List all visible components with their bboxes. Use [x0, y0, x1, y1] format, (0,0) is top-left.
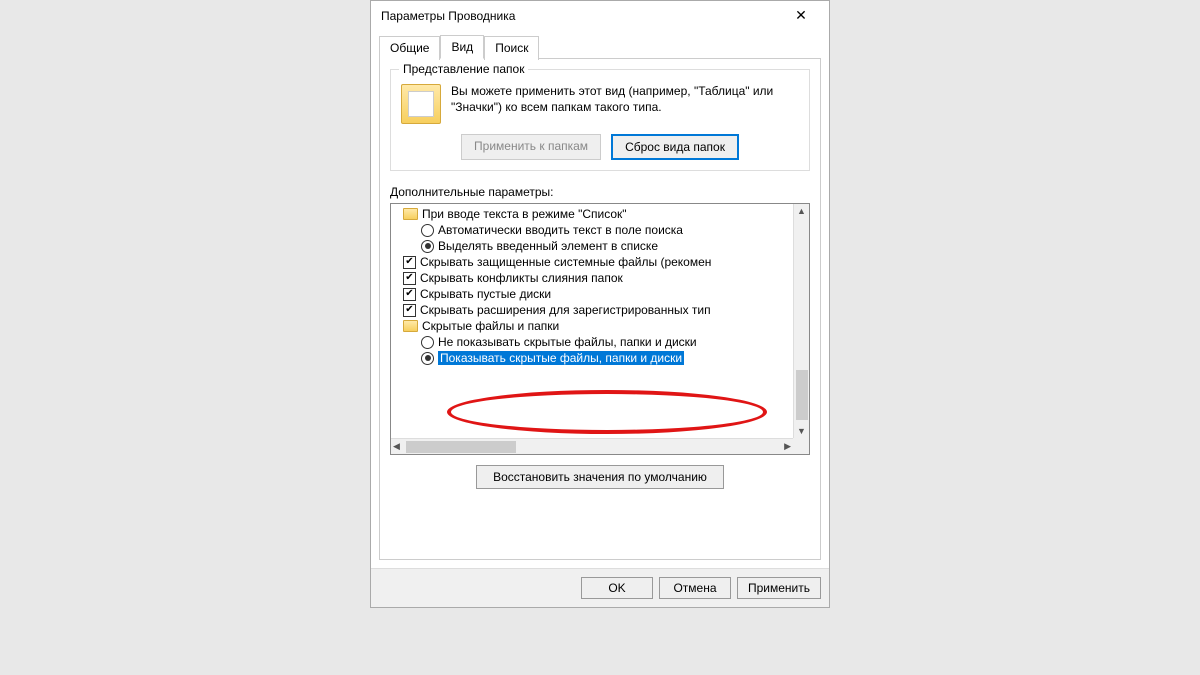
scroll-thumb-horizontal[interactable]	[406, 441, 516, 453]
tree-item-label: Скрывать конфликты слияния папок	[420, 271, 623, 285]
tree-item-label: Не показывать скрытые файлы, папки и дис…	[438, 335, 697, 349]
folder-icon	[401, 84, 441, 124]
tree-item-label: Выделять введенный элемент в списке	[438, 239, 658, 253]
horizontal-scrollbar[interactable]: ◀ ▶	[391, 438, 793, 454]
scroll-right-icon[interactable]: ▶	[782, 439, 793, 454]
restore-defaults-button[interactable]: Восстановить значения по умолчанию	[476, 465, 724, 489]
radio-icon[interactable]	[421, 224, 434, 237]
window-title: Параметры Проводника	[381, 9, 515, 23]
checkbox-icon[interactable]	[403, 288, 416, 301]
reset-folders-button[interactable]: Сброс вида папок	[611, 134, 739, 160]
apply-to-folders-button: Применить к папкам	[461, 134, 601, 160]
tree-item[interactable]: Скрытые файлы и папки	[391, 318, 793, 334]
folder-views-description: Вы можете применить этот вид (например, …	[451, 84, 799, 124]
tree-item[interactable]: Скрывать пустые диски	[391, 286, 793, 302]
checkbox-icon[interactable]	[403, 304, 416, 317]
scroll-thumb-vertical[interactable]	[796, 370, 808, 420]
advanced-label: Дополнительные параметры:	[390, 185, 810, 199]
tree-item[interactable]: Автоматически вводить текст в поле поиск…	[391, 222, 793, 238]
tree-item[interactable]: Показывать скрытые файлы, папки и диски	[391, 350, 793, 366]
tree-item-label: Скрывать расширения для зарегистрированн…	[420, 303, 711, 317]
folder-icon	[403, 320, 418, 332]
cancel-button[interactable]: Отмена	[659, 577, 731, 599]
checkbox-icon[interactable]	[403, 256, 416, 269]
tree-item[interactable]: Выделять введенный элемент в списке	[391, 238, 793, 254]
apply-button[interactable]: Применить	[737, 577, 821, 599]
scroll-left-icon[interactable]: ◀	[391, 439, 402, 454]
tab-strip: Общие Вид Поиск	[379, 35, 821, 59]
tree-item[interactable]: Скрывать защищенные системные файлы (рек…	[391, 254, 793, 270]
scroll-corner	[793, 438, 809, 454]
close-icon[interactable]: ✕	[781, 7, 821, 24]
tree-item-label: Автоматически вводить текст в поле поиск…	[438, 223, 683, 237]
tree-item-label: Скрытые файлы и папки	[422, 319, 559, 333]
radio-icon[interactable]	[421, 352, 434, 365]
tree-item-label: Скрывать защищенные системные файлы (рек…	[420, 255, 711, 269]
tree-item[interactable]: При вводе текста в режиме "Список"	[391, 206, 793, 222]
tab-general[interactable]: Общие	[379, 36, 440, 60]
checkbox-icon[interactable]	[403, 272, 416, 285]
folder-icon	[403, 208, 418, 220]
vertical-scrollbar[interactable]: ▲ ▼	[793, 204, 809, 438]
folder-views-title: Представление папок	[399, 62, 528, 76]
folder-options-dialog: Параметры Проводника ✕ Общие Вид Поиск П…	[370, 0, 830, 608]
tree-item[interactable]: Скрывать расширения для зарегистрированн…	[391, 302, 793, 318]
tree-item-label: При вводе текста в режиме "Список"	[422, 207, 627, 221]
radio-icon[interactable]	[421, 336, 434, 349]
tab-view[interactable]: Вид	[440, 35, 484, 59]
scroll-up-icon[interactable]: ▲	[795, 204, 808, 218]
folder-views-group: Представление папок Вы можете применить …	[390, 69, 810, 171]
advanced-settings-tree[interactable]: При вводе текста в режиме "Список" Автома…	[390, 203, 810, 455]
dialog-button-row: OK Отмена Применить	[371, 568, 829, 607]
tree-item-label: Показывать скрытые файлы, папки и диски	[438, 351, 684, 365]
tab-content-view: Представление папок Вы можете применить …	[379, 58, 821, 560]
ok-button[interactable]: OK	[581, 577, 653, 599]
tree-item-label: Скрывать пустые диски	[420, 287, 551, 301]
titlebar: Параметры Проводника ✕	[371, 1, 829, 30]
tree-item[interactable]: Скрывать конфликты слияния папок	[391, 270, 793, 286]
scroll-down-icon[interactable]: ▼	[795, 424, 808, 438]
tree-item[interactable]: Не показывать скрытые файлы, папки и дис…	[391, 334, 793, 350]
tab-search[interactable]: Поиск	[484, 36, 539, 60]
radio-icon[interactable]	[421, 240, 434, 253]
